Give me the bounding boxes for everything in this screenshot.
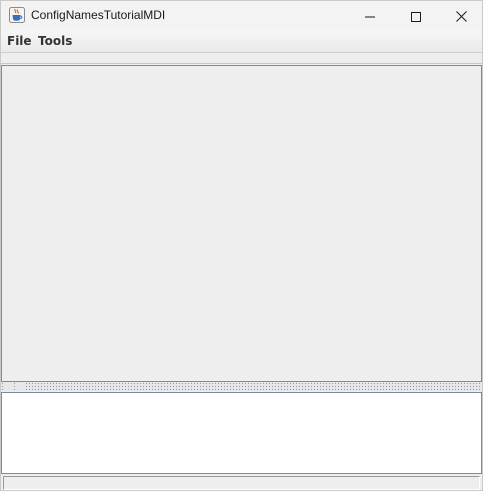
menu-file[interactable]: File xyxy=(5,34,34,50)
menu-bar: File Tools xyxy=(1,31,482,53)
menu-tools[interactable]: Tools xyxy=(36,34,74,50)
split-pane-divider[interactable] xyxy=(1,382,482,397)
toolbar-strip xyxy=(1,54,482,64)
status-field xyxy=(3,476,480,490)
expand-up-arrow-icon[interactable] xyxy=(3,383,13,397)
window-title: ConfigNamesTutorialMDI xyxy=(31,8,166,22)
minimize-icon xyxy=(365,7,375,26)
minimize-button[interactable] xyxy=(347,1,393,31)
close-icon xyxy=(455,7,467,26)
maximize-icon xyxy=(411,7,421,26)
close-button[interactable] xyxy=(438,1,483,31)
output-text-area[interactable] xyxy=(1,392,482,474)
status-bar xyxy=(1,475,482,490)
title-bar[interactable]: ConfigNamesTutorialMDI xyxy=(1,1,482,31)
mdi-desktop-pane[interactable] xyxy=(1,65,482,382)
app-window: ConfigNamesTutorialMDI File Tools xyxy=(0,0,483,491)
java-coffee-cup-icon[interactable] xyxy=(9,7,25,23)
maximize-button[interactable] xyxy=(393,1,439,31)
expand-down-arrow-icon[interactable] xyxy=(15,383,25,397)
